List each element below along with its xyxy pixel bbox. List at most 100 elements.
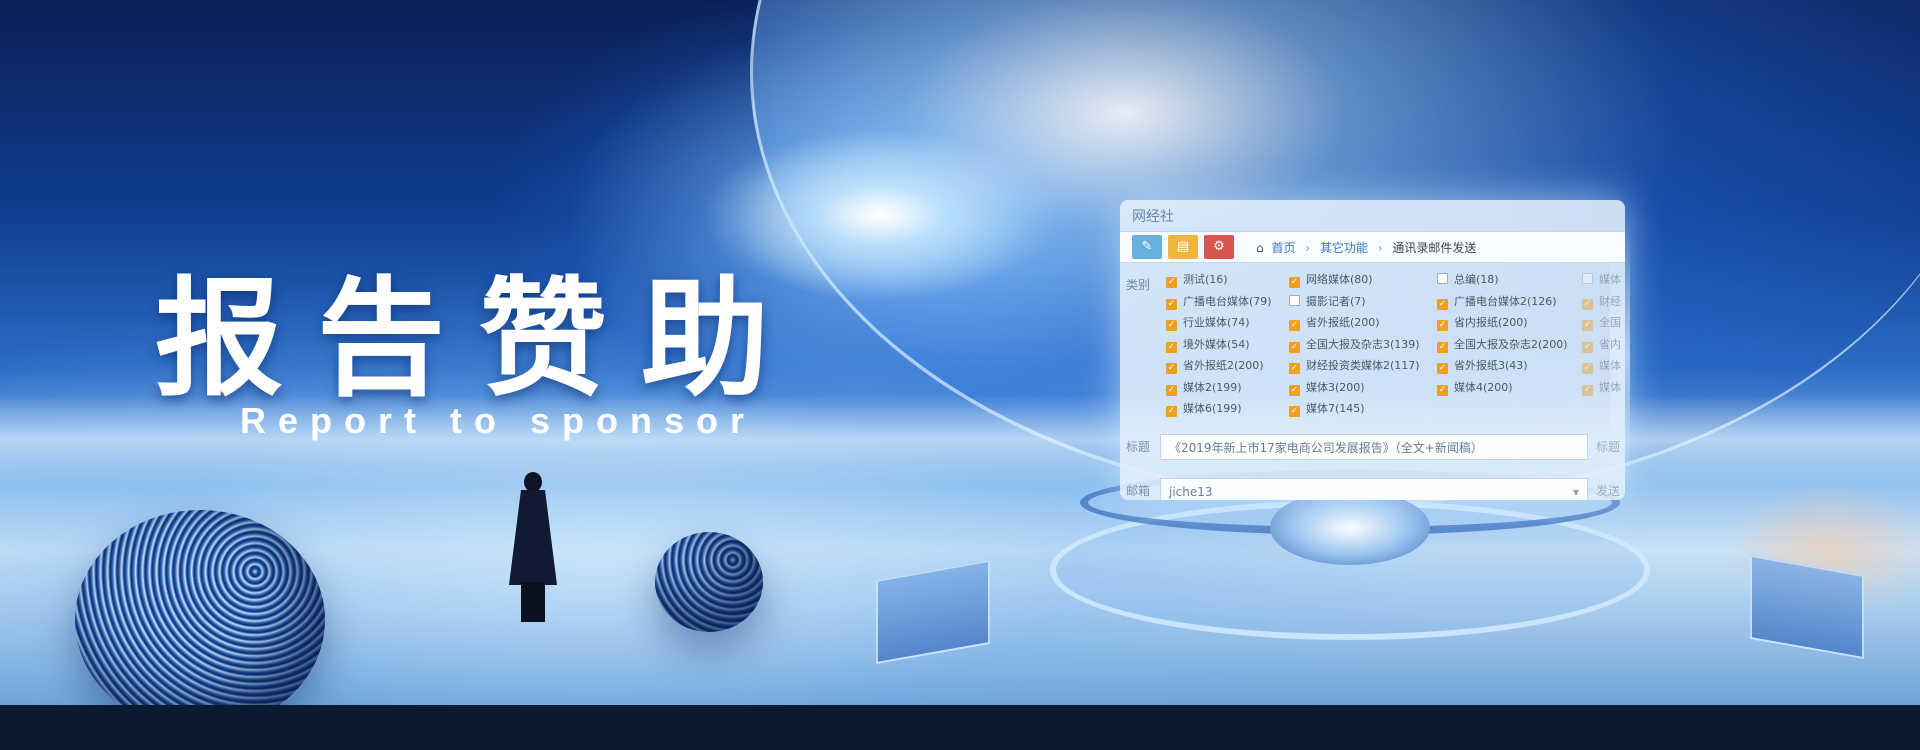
person-head	[524, 472, 542, 492]
category-checkbox-label: 测试(16)	[1183, 273, 1228, 286]
person-legs	[521, 582, 545, 622]
category-label: 类别	[1126, 278, 1151, 292]
breadcrumb-separator-icon: ›	[1305, 241, 1311, 255]
pedestal-dome	[1270, 490, 1430, 565]
settings-button[interactable]: ⚙	[1204, 235, 1234, 259]
checkbox-checked-icon: ✓	[1166, 341, 1177, 353]
category-checkbox-label: 财经	[1599, 294, 1621, 308]
breadcrumb-level2[interactable]: 其它功能	[1320, 241, 1368, 255]
mailbox-select[interactable]: jiche13 ▾	[1160, 478, 1588, 500]
category-checkbox-label: 网络媒体(80)	[1306, 273, 1373, 286]
category-checkbox[interactable]: ✓ 广播电台媒体(79)	[1166, 293, 1272, 310]
category-checkbox[interactable]: 总编(18)	[1437, 271, 1499, 287]
pedestal-wing-left	[876, 559, 990, 665]
checkbox-checked-icon: ✓	[1582, 363, 1593, 374]
checkbox-unchecked-icon	[1289, 294, 1300, 306]
banner-subtitle: Report to sponsor	[240, 400, 756, 441]
category-checkbox-label: 媒体4(200)	[1454, 380, 1513, 394]
checkbox-unchecked-icon	[1437, 273, 1448, 284]
checkbox-checked-icon: ✓	[1166, 277, 1177, 288]
category-checkbox[interactable]: ✓ 测试(16)	[1166, 271, 1228, 288]
category-checkbox[interactable]: ✓ 媒体	[1582, 357, 1621, 374]
checkbox-checked-icon: ✓	[1166, 320, 1177, 331]
category-checkbox[interactable]: ✓ 省外报纸3(43)	[1437, 357, 1528, 374]
checkbox-checked-icon: ✓	[1437, 384, 1448, 396]
category-checkbox[interactable]: 媒体	[1582, 271, 1621, 287]
category-checkbox-label: 全国大报及杂志2(200)	[1454, 337, 1568, 351]
category-checkbox-label: 财经投资类媒体2(117)	[1306, 359, 1420, 372]
checkbox-checked-icon: ✓	[1289, 341, 1300, 353]
document-icon: ▤	[1176, 239, 1190, 254]
mailbox-select-value: jiche13	[1169, 485, 1213, 499]
checkbox-checked-icon: ✓	[1437, 320, 1448, 331]
category-checkbox[interactable]: ✓ 省外报纸2(200)	[1166, 357, 1264, 374]
document-button[interactable]: ▤	[1168, 235, 1198, 259]
checkbox-checked-icon: ✓	[1437, 341, 1448, 353]
subject-input[interactable]: 《2019年新上市17家电商公司发展报告》（全文+新闻稿）	[1160, 434, 1588, 460]
category-checkbox[interactable]: ✓ 网络媒体(80)	[1289, 271, 1373, 288]
category-checkbox-label: 省外报纸3(43)	[1454, 359, 1528, 372]
category-checkbox[interactable]: ✓ 广播电台媒体2(126)	[1437, 293, 1557, 310]
category-checkbox-label: 媒体7(145)	[1306, 402, 1365, 415]
checkbox-checked-icon: ✓	[1166, 363, 1177, 374]
striped-sphere-large	[75, 510, 325, 705]
breadcrumb-current: 通讯录邮件发送	[1392, 241, 1477, 255]
checkbox-checked-icon: ✓	[1289, 363, 1300, 374]
category-checkbox[interactable]: ✓ 媒体	[1582, 379, 1621, 396]
category-checkbox-label: 媒体3(200)	[1306, 380, 1365, 394]
category-checkbox-label: 媒体	[1599, 273, 1621, 286]
checkbox-checked-icon: ✓	[1582, 341, 1593, 353]
category-checkbox[interactable]: ✓ 省内报纸(200)	[1437, 314, 1528, 331]
category-checkbox-label: 总编(18)	[1454, 273, 1499, 286]
checkbox-checked-icon: ✓	[1289, 320, 1300, 331]
category-checkbox[interactable]: ✓ 财经投资类媒体2(117)	[1289, 357, 1420, 374]
toolbar: ✎ ▤ ⚙ ⌂ 首页 › 其它功能 › 通讯录邮件发送	[1120, 231, 1625, 263]
bottom-strip	[0, 705, 1920, 750]
category-checkbox-label: 广播电台媒体(79)	[1183, 294, 1272, 308]
mailbox-label: 邮箱	[1126, 484, 1151, 498]
category-checkbox[interactable]: 摄影记者(7)	[1289, 293, 1366, 309]
category-checkbox[interactable]: ✓ 省内	[1582, 336, 1621, 353]
category-checkbox-label: 行业媒体(74)	[1183, 316, 1250, 329]
checkbox-checked-icon: ✓	[1166, 384, 1177, 396]
category-checkbox[interactable]: ✓ 境外媒体(54)	[1166, 336, 1250, 353]
category-checkbox-label: 省内	[1599, 337, 1621, 351]
chevron-down-icon: ▾	[1572, 485, 1579, 499]
edit-button[interactable]: ✎	[1132, 235, 1162, 259]
subject-side-label: 标题	[1596, 440, 1621, 454]
mailbox-side-label: 发送	[1596, 484, 1621, 498]
window-title: 网经社	[1132, 209, 1174, 225]
standing-person-figure	[503, 472, 563, 622]
breadcrumb-separator-icon: ›	[1377, 241, 1383, 255]
home-icon: ⌂	[1256, 241, 1264, 255]
category-checkbox[interactable]: ✓ 行业媒体(74)	[1166, 314, 1250, 331]
category-checkbox-label: 全国大报及杂志3(139)	[1306, 337, 1420, 351]
checkbox-checked-icon: ✓	[1166, 406, 1177, 417]
checkbox-checked-icon: ✓	[1289, 406, 1300, 417]
gears-icon: ⚙	[1213, 239, 1225, 254]
category-checkbox[interactable]: ✓ 媒体7(145)	[1289, 400, 1365, 417]
subject-label: 标题	[1126, 440, 1151, 454]
category-checkbox[interactable]: ✓ 财经	[1582, 293, 1621, 310]
checkbox-checked-icon: ✓	[1437, 363, 1448, 374]
checkbox-checked-icon: ✓	[1437, 298, 1448, 310]
category-checkbox[interactable]: ✓ 全国	[1582, 314, 1621, 331]
banner-background: 报告赞助 Report to sponsor 网经社 ✎ ▤ ⚙ ⌂ 首页 › …	[0, 0, 1920, 705]
checkbox-checked-icon: ✓	[1166, 298, 1177, 310]
category-checkbox[interactable]: ✓ 媒体3(200)	[1289, 379, 1365, 396]
category-checkbox[interactable]: ✓ 媒体4(200)	[1437, 379, 1513, 396]
category-checkbox-label: 广播电台媒体2(126)	[1454, 294, 1557, 308]
category-checkbox[interactable]: ✓ 省外报纸(200)	[1289, 314, 1380, 331]
person-coat	[509, 490, 557, 585]
breadcrumb-home[interactable]: 首页	[1271, 241, 1295, 255]
checkbox-checked-icon: ✓	[1582, 298, 1593, 310]
checkbox-checked-icon: ✓	[1582, 320, 1593, 331]
category-checkbox[interactable]: ✓ 全国大报及杂志3(139)	[1289, 336, 1420, 353]
checkbox-checked-icon: ✓	[1289, 277, 1300, 288]
category-checkbox[interactable]: ✓ 媒体2(199)	[1166, 379, 1242, 396]
category-checkbox-label: 省内报纸(200)	[1454, 316, 1528, 329]
category-checkbox[interactable]: ✓ 全国大报及杂志2(200)	[1437, 336, 1568, 353]
category-checkbox[interactable]: ✓ 媒体6(199)	[1166, 400, 1242, 417]
banner-title: 报告赞助	[155, 265, 804, 414]
category-checkbox-label: 媒体2(199)	[1183, 380, 1242, 394]
